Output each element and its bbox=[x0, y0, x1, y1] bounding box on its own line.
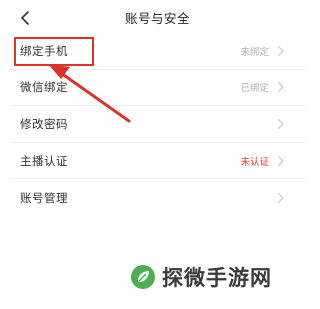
settings-row-streamer-verify[interactable]: 主播认证 未认证 bbox=[10, 143, 305, 180]
row-status: 已绑定 bbox=[240, 83, 269, 95]
chevron-right-icon bbox=[277, 155, 284, 167]
row-label: 修改密码 bbox=[20, 116, 68, 131]
row-label: 账号管理 bbox=[20, 190, 68, 205]
settings-row-change-password[interactable]: 修改密码 bbox=[10, 106, 305, 143]
site-watermark: 探微手游网 bbox=[130, 262, 272, 292]
watermark-text: 探微手游网 bbox=[162, 266, 272, 290]
page-title: 账号与安全 bbox=[124, 11, 190, 26]
leaf-logo-icon bbox=[131, 265, 155, 289]
settings-row-wechat-bind[interactable]: 微信绑定 已绑定 bbox=[10, 70, 305, 107]
row-status: 未认证 bbox=[240, 156, 269, 168]
row-status: 未绑定 bbox=[240, 46, 269, 58]
chevron-right-icon bbox=[277, 192, 284, 204]
highlight-annotation-box bbox=[14, 37, 94, 66]
row-label: 微信绑定 bbox=[20, 80, 68, 95]
chevron-right-icon bbox=[277, 45, 284, 57]
row-label: 主播认证 bbox=[20, 153, 68, 168]
chevron-right-icon bbox=[277, 118, 284, 130]
account-security-page: 账号与安全 绑定手机 未绑定 微信绑定 已绑定 修改密码 主播认证 未认证 账号… bbox=[0, 0, 315, 309]
chevron-right-icon bbox=[277, 81, 284, 93]
top-navigation-bar: 账号与安全 bbox=[0, 0, 315, 36]
settings-row-account-manage[interactable]: 账号管理 bbox=[10, 179, 305, 216]
